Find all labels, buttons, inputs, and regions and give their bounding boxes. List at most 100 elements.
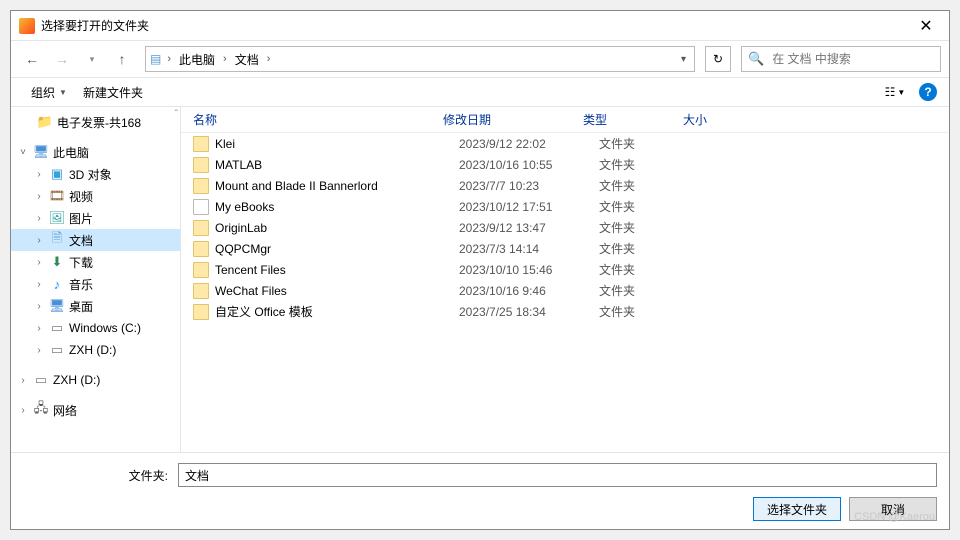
close-icon[interactable]: ✕ (911, 16, 941, 36)
file-list[interactable]: Klei2023/9/12 22:02文件夹MATLAB2023/10/16 1… (181, 133, 949, 452)
tree-item[interactable]: ›🖼图片 (11, 207, 180, 229)
view-options-button[interactable]: ☷ ▼ (881, 81, 909, 103)
file-row[interactable]: QQPCMgr2023/7/3 14:14文件夹 (181, 238, 949, 259)
drive-icon: ▭ (49, 342, 65, 358)
nav-row: ← → ▾ ↑ ▤ › 此电脑 › 文档 › ▾ ↻ 🔍 (11, 41, 949, 77)
collapse-icon[interactable]: ˅ (17, 147, 29, 158)
back-button[interactable]: ← (19, 46, 45, 72)
folder-icon (193, 241, 209, 257)
file-row[interactable]: My eBooks2023/10/12 17:51文件夹 (181, 196, 949, 217)
tree-label: 电子发票-共168 (57, 114, 141, 131)
expand-icon[interactable]: › (33, 323, 45, 334)
col-date[interactable]: 修改日期 (443, 111, 583, 128)
new-folder-button[interactable]: 新建文件夹 (75, 80, 151, 105)
col-name[interactable]: 名称 (193, 111, 443, 128)
tree-item[interactable]: ›▣3D 对象 (11, 163, 180, 185)
chevron-right-icon: › (165, 53, 173, 65)
tree-item[interactable]: ›🖥桌面 (11, 295, 180, 317)
pic-icon: 🖼 (49, 210, 65, 226)
forward-button[interactable]: → (49, 46, 75, 72)
chevron-right-icon: › (221, 53, 229, 65)
file-date: 2023/10/16 9:46 (459, 284, 599, 298)
up-button[interactable]: ↑ (109, 46, 135, 72)
tree-item[interactable]: › ▭ Windows (C:) (11, 317, 180, 339)
file-row[interactable]: OriginLab2023/9/12 13:47文件夹 (181, 217, 949, 238)
tree-item-drive[interactable]: › ▭ ZXH (D:) (11, 369, 180, 391)
select-folder-button[interactable]: 选择文件夹 (753, 497, 841, 521)
video-icon: 🎞 (49, 188, 65, 204)
network-icon: 🖧 (33, 402, 49, 418)
tree-label: ZXH (D:) (69, 343, 116, 357)
recent-locations-dropdown[interactable]: ▾ (79, 46, 105, 72)
file-type: 文件夹 (599, 135, 699, 152)
file-name: Mount and Blade II Bannerlord (215, 179, 459, 193)
help-button[interactable]: ? (919, 83, 937, 101)
dialog-body: 📁 电子发票-共168 ˆ ˅ 🖥 此电脑 ›▣3D 对象›🎞视频›🖼图片›🗎文… (11, 107, 949, 452)
address-dropdown-icon[interactable]: ▾ (677, 54, 690, 65)
file-type: 文件夹 (599, 198, 699, 215)
file-pane: 名称 修改日期 类型 大小 Klei2023/9/12 22:02文件夹MATL… (181, 107, 949, 452)
drive-icon: ▭ (49, 320, 65, 336)
tree-label: ZXH (D:) (53, 373, 100, 387)
file-date: 2023/10/10 15:46 (459, 263, 599, 277)
expand-icon[interactable]: › (17, 375, 29, 386)
file-row[interactable]: WeChat Files2023/10/16 9:46文件夹 (181, 280, 949, 301)
toolbar: 组织▼ 新建文件夹 ☷ ▼ ? (11, 77, 949, 107)
tree-item[interactable]: ›⬇下载 (11, 251, 180, 273)
tree-item[interactable]: 📁 电子发票-共168 ˆ (11, 111, 180, 133)
file-name: Klei (215, 137, 459, 151)
tree-item-network[interactable]: › 🖧 网络 (11, 399, 180, 421)
expand-icon[interactable]: › (33, 345, 45, 356)
col-type[interactable]: 类型 (583, 111, 683, 128)
tree-label: Windows (C:) (69, 321, 141, 335)
search-input[interactable] (770, 51, 934, 67)
column-headers: 名称 修改日期 类型 大小 (181, 107, 949, 133)
expand-icon[interactable]: › (33, 279, 45, 290)
expand-icon[interactable]: › (33, 235, 45, 246)
scroll-up-icon[interactable]: ˆ (175, 109, 178, 120)
breadcrumb[interactable]: 文档 (233, 51, 261, 68)
doc-icon: 🗎 (49, 232, 65, 248)
drive-icon: ▭ (33, 372, 49, 388)
folder-name-input[interactable] (178, 463, 937, 487)
file-date: 2023/7/7 10:23 (459, 179, 599, 193)
down-icon: ⬇ (49, 254, 65, 270)
expand-icon[interactable]: › (33, 257, 45, 268)
tree-item[interactable]: ›🎞视频 (11, 185, 180, 207)
search-box[interactable]: 🔍 (741, 46, 941, 72)
file-row[interactable]: 自定义 Office 模板2023/7/25 18:34文件夹 (181, 301, 949, 322)
tree-label: 3D 对象 (69, 166, 112, 183)
folder-icon (193, 220, 209, 236)
file-row[interactable]: Tencent Files2023/10/10 15:46文件夹 (181, 259, 949, 280)
tree-item[interactable]: › ▭ ZXH (D:) (11, 339, 180, 361)
file-name: Tencent Files (215, 263, 459, 277)
file-row[interactable]: Mount and Blade II Bannerlord2023/7/7 10… (181, 175, 949, 196)
tree-item[interactable]: ›🗎文档 (11, 229, 180, 251)
button-row: 选择文件夹 取消 (23, 497, 937, 521)
expand-icon[interactable]: › (33, 213, 45, 224)
organize-menu[interactable]: 组织▼ (23, 80, 75, 105)
tree-item[interactable]: ›♪音乐 (11, 273, 180, 295)
col-size[interactable]: 大小 (683, 111, 763, 128)
desk-icon: 🖥 (49, 298, 65, 314)
file-row[interactable]: MATLAB2023/10/16 10:55文件夹 (181, 154, 949, 175)
breadcrumb[interactable]: 此电脑 (177, 51, 217, 68)
nav-tree[interactable]: 📁 电子发票-共168 ˆ ˅ 🖥 此电脑 ›▣3D 对象›🎞视频›🖼图片›🗎文… (11, 107, 181, 452)
expand-icon[interactable]: › (33, 169, 45, 180)
folder-icon (193, 136, 209, 152)
app-icon (19, 18, 35, 34)
file-name: OriginLab (215, 221, 459, 235)
expand-icon[interactable]: › (33, 301, 45, 312)
file-type: 文件夹 (599, 261, 699, 278)
file-name: MATLAB (215, 158, 459, 172)
tree-label: 此电脑 (53, 144, 89, 161)
tree-label: 音乐 (69, 276, 93, 293)
file-row[interactable]: Klei2023/9/12 22:02文件夹 (181, 133, 949, 154)
refresh-button[interactable]: ↻ (705, 46, 731, 72)
address-bar[interactable]: ▤ › 此电脑 › 文档 › ▾ (145, 46, 695, 72)
tree-item-pc[interactable]: ˅ 🖥 此电脑 (11, 141, 180, 163)
folder-icon (193, 304, 209, 320)
expand-icon[interactable]: › (17, 405, 29, 416)
expand-icon[interactable]: › (33, 191, 45, 202)
file-type: 文件夹 (599, 219, 699, 236)
